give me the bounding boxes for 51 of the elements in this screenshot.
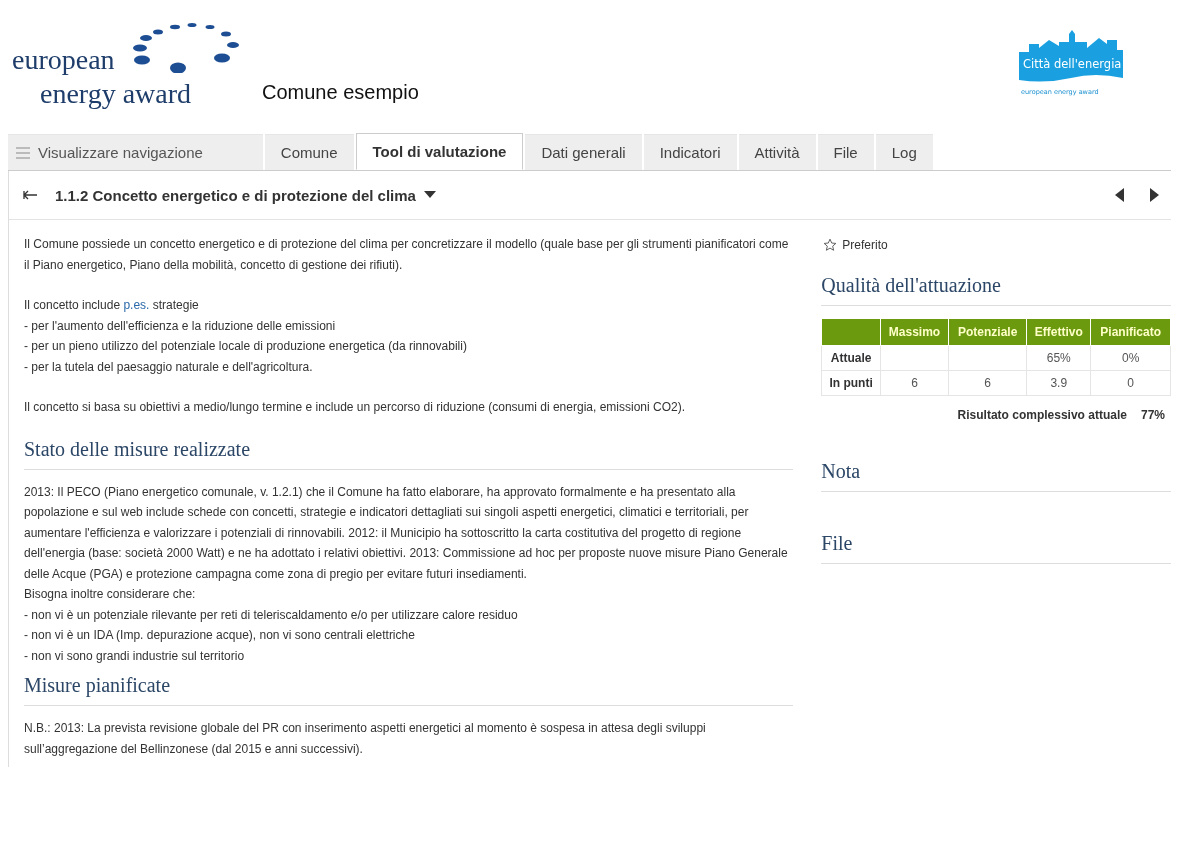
section-text: - non vi è un IDA (Imp. depurazione acque), non vi sono centrali elettriche — [24, 627, 416, 644]
nav-tab[interactable]: Comune — [264, 134, 354, 170]
dropdown-caret-icon[interactable] — [423, 191, 436, 199]
row-header: Attuale — [821, 345, 881, 371]
section-heading: Nota — [821, 460, 1171, 492]
column-header: Potenziale — [948, 318, 1027, 346]
section-text: 2013: Il PECO (Piano energetico comunale, v. 1.2.1) che il Comune ha fatto elaborare, ha approvato formalmente e ha presentato alla popolazione e sul web include schede con concetti, strategie e indicatori dettagliati sui singoli aspetti energetici, climatici e territoriali, per aumentare l'efficienza e valorizzare i potenziali di rinnovabili. 2012: il Municipio ha sottoscritto la carta costitutiva del progetto di regione dell'energia (base: società 2000 Watt) e ne ha adottato i relativi obiettivi. 2013: Commissione ad hoc per proposte nuove misure Piano Generale delle Acque (PGA) e protezione campagna come zona di pregio per evitare futuri insediamenti. — [24, 483, 789, 583]
section-text: N.B.: 2013: La prevista revisione globale del PR con inserimento aspetti energetici al momento è sospesa in attesa degli sviluppi sull’aggregazione del Bellinzonese (dal 2015 e anni successivi). — [24, 720, 707, 758]
nav-tab[interactable]: File — [817, 134, 874, 170]
logo-text: energy award — [40, 80, 192, 108]
city-logo-title: Città dell'energia — [1023, 57, 1122, 71]
favorite-button[interactable]: Preferito — [823, 238, 888, 252]
next-arrow-icon[interactable] — [1150, 188, 1159, 202]
table-cell: 6 — [948, 370, 1027, 396]
nav-tab[interactable]: Dati generali — [525, 134, 642, 170]
nav-tab[interactable]: Tool di valutazione — [355, 133, 524, 170]
total-label: Risultato complessivo attuale — [957, 408, 1127, 422]
example-link[interactable]: p.es. — [123, 298, 150, 312]
table-cell: 65% — [1026, 345, 1091, 371]
table-cell: 6 — [880, 370, 949, 396]
description-text: Il concetto include p.es. strategie — [24, 297, 200, 314]
section-text: - non vi sono grandi industrie sul territorio — [24, 647, 246, 665]
section-heading: Stato delle misure realizzate — [24, 437, 794, 470]
section-heading: File — [821, 532, 1171, 564]
nav-tab[interactable]: Attività — [738, 134, 816, 170]
column-header: Massimo — [880, 318, 949, 346]
description-text: - per un pieno utilizzo del potenziale locale di produzione energetica (da rinnovabili) — [24, 338, 468, 355]
previous-arrow-icon[interactable] — [1115, 188, 1124, 202]
section-text: - non vi è un potenziale rilevante per reti di teleriscaldamento e/o per utilizzare calore residuo — [24, 606, 519, 624]
description-text: - per l'aumento dell'efficienza e la riduzione delle emissioni — [24, 317, 337, 335]
table-cell: 0% — [1090, 345, 1171, 371]
section-heading: Qualità dell'attuazione — [821, 274, 1171, 306]
column-header: Effettivo — [1026, 318, 1091, 346]
row-header: In punti — [821, 370, 881, 396]
total-value: 77% — [1140, 408, 1165, 422]
description-text: Il concetto si basa su obiettivi a medio/lungo termine e include un percorso di riduzione (consumi di energia, emissioni CO2). — [24, 399, 686, 416]
table-cell: 3.9 — [1026, 370, 1091, 396]
section-heading: Misure pianificate — [24, 674, 794, 706]
logo-text: european — [12, 46, 115, 74]
municipality-name: Comune esempio — [262, 81, 419, 104]
navigation-toggle[interactable]: Visualizzare navigazione — [8, 134, 263, 170]
nav-tab[interactable]: Indicatori — [643, 134, 737, 170]
table-cell: 0 — [1090, 370, 1171, 396]
description-text: Il Comune possiede un concetto energetico e di protezione del clima per concretizzare il modello (quale base per gli strumenti pianificatori come il Piano energetico, Piano della mobilità, concetto di gestione dei rifiuti). — [24, 236, 790, 274]
menu-icon — [16, 146, 30, 159]
measure-title: 1.1.2 Concetto energetico e di protezione del clima — [55, 186, 416, 204]
column-header: Pianificato — [1090, 318, 1171, 346]
section-text: Bisogna inoltre considerare che: — [24, 586, 197, 603]
description-text: - per la tutela del paesaggio naturale e dell'agricoltura. — [24, 358, 314, 376]
nav-tab[interactable]: Log — [875, 134, 933, 170]
back-arrow-icon[interactable] — [23, 190, 37, 200]
